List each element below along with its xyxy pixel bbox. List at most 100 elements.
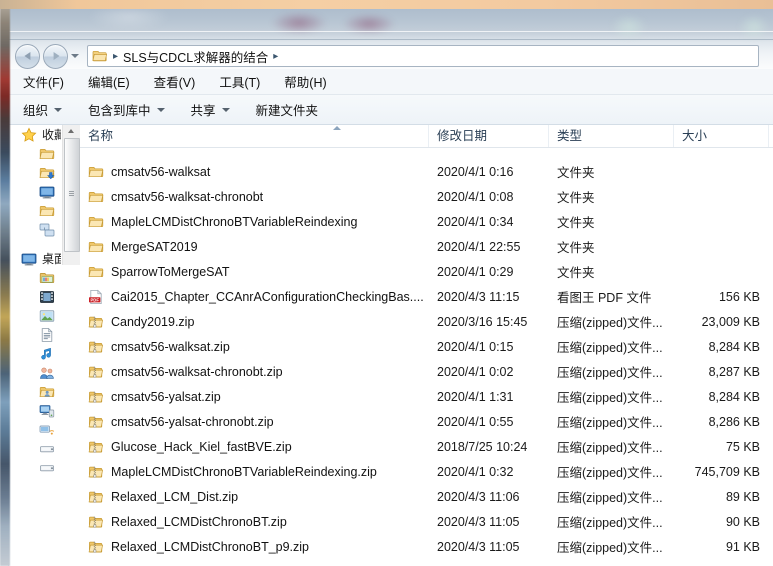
file-list-pane: 名称 修改日期 类型 大小 cmsatv56-walksat 2020/4/1 0… <box>80 125 773 566</box>
nav-item-3[interactable] <box>9 182 61 201</box>
nav-item-4[interactable] <box>9 201 61 220</box>
navigation-pane-scrollbar[interactable] <box>62 125 80 265</box>
file-name-label: cmsatv56-walksat.zip <box>111 339 230 354</box>
cell-date-modified: 2020/4/3 11:05 <box>437 539 520 554</box>
cell-name[interactable]: Candy2019.zip <box>80 314 429 330</box>
file-name-label: MapleLCMDistChronoBTVariableReindexing <box>111 214 358 229</box>
table-row[interactable]: cmsatv56-yalsat.zip 2020/4/1 1:31 压缩(zippe… <box>80 384 773 409</box>
nav-item-7[interactable] <box>9 268 61 287</box>
breadcrumb-separator-1: ▸ <box>113 50 119 62</box>
cell-name[interactable]: cmsatv56-walksat-chronobt.zip <box>80 364 429 380</box>
address-bar[interactable]: ▸ SLS与CDCL求解器的结合 ▸ <box>87 45 759 67</box>
table-row[interactable]: MergeSAT2019 2020/4/1 22:55 文件夹 <box>80 234 773 259</box>
scrollbar-thumb[interactable] <box>64 138 80 252</box>
content-area: 收藏夹桌面 名称 修改日期 类型 大小 cmsatv56-walksat 2020… <box>9 125 773 566</box>
cell-name[interactable]: Relaxed_LCM_Dist.zip <box>80 489 429 505</box>
cmd-share[interactable]: 共享 <box>191 100 230 119</box>
cell-size: 90 KB <box>725 514 760 529</box>
drive-icon <box>39 460 55 476</box>
table-row[interactable]: cmsatv56-walksat-chronobt.zip 2020/4/1 0:… <box>80 359 773 384</box>
document-icon <box>39 327 55 343</box>
nav-item-10[interactable] <box>9 325 61 344</box>
chevron-down-icon <box>54 107 63 112</box>
back-button[interactable] <box>15 43 40 69</box>
column-type[interactable]: 类型 <box>549 125 674 147</box>
explorer-window: ▸ SLS与CDCL求解器的结合 ▸ 文件(F) 编辑(E) 查看(V) 工具(… <box>0 0 773 566</box>
nav-item-12[interactable] <box>9 363 61 382</box>
forward-arrow-icon <box>53 52 60 60</box>
nav-item-8[interactable] <box>9 287 61 306</box>
nav-item-0[interactable]: 收藏夹 <box>9 125 61 144</box>
star-icon <box>21 126 37 143</box>
forward-button[interactable] <box>43 43 68 69</box>
breadcrumb-current-folder[interactable]: SLS与CDCL求解器的结合 <box>123 47 268 66</box>
table-row[interactable]: cmsatv56-yalsat-chronobt.zip 2020/4/1 0:5… <box>80 409 773 434</box>
table-row[interactable]: Glucose_Hack_Kiel_fastBVE.zip 2018/7/25 1… <box>80 434 773 459</box>
nav-item-6[interactable]: 桌面 <box>9 249 61 268</box>
breadcrumb-separator-2[interactable]: ▸ <box>273 51 278 62</box>
table-row[interactable]: MapleLCMDistChronoBTVariableReindexing 20… <box>80 209 773 234</box>
cell-name[interactable]: PDF Cai2015_Chapter_CCAnrAConfigurationCh… <box>80 289 429 305</box>
cell-name[interactable]: MergeSAT2019 <box>80 239 429 255</box>
cell-name[interactable]: cmsatv56-walksat.zip <box>80 339 429 355</box>
folder-icon <box>88 189 104 205</box>
cmd-include-in-library[interactable]: 包含到库中 <box>88 100 165 119</box>
menu-tools[interactable]: 工具(T) <box>217 70 262 93</box>
cell-date-modified: 2020/4/1 0:32 <box>437 464 514 479</box>
column-name[interactable]: 名称 <box>80 125 429 147</box>
nav-item-16[interactable] <box>9 439 61 458</box>
table-row[interactable]: Candy2019.zip 2020/3/16 15:45 压缩(zipped)文件… <box>80 309 773 334</box>
file-name-label: MapleLCMDistChronoBTVariableReindexing.z… <box>111 464 377 479</box>
table-row[interactable]: Relaxed_LCM_Dist.zip 2020/4/3 11:06 压缩(zip… <box>80 484 773 509</box>
nav-item-11[interactable] <box>9 344 61 363</box>
cell-name[interactable]: Glucose_Hack_Kiel_fastBVE.zip <box>80 439 429 455</box>
cell-type: 压缩(zipped)文件... <box>557 466 663 480</box>
nav-item-2[interactable] <box>9 163 61 182</box>
navigation-pane: 收藏夹桌面 <box>9 125 61 566</box>
cell-date-modified: 2020/4/1 0:08 <box>437 189 514 204</box>
column-date-modified[interactable]: 修改日期 <box>429 125 549 147</box>
cell-name[interactable]: cmsatv56-yalsat-chronobt.zip <box>80 414 429 430</box>
cell-date-modified: 2018/7/25 10:24 <box>437 439 528 454</box>
nav-item-14[interactable] <box>9 401 61 420</box>
cell-name[interactable]: cmsatv56-yalsat.zip <box>80 389 429 405</box>
nav-item-17[interactable] <box>9 458 61 477</box>
cell-name[interactable]: SparrowToMergeSAT <box>80 264 429 280</box>
menu-edit[interactable]: 编辑(E) <box>86 70 132 93</box>
table-row[interactable]: Relaxed_LCMDistChronoBT.zip 2020/4/3 11:0… <box>80 509 773 534</box>
cell-type: 看图王 PDF 文件 <box>557 291 652 305</box>
nav-item-1[interactable] <box>9 144 61 163</box>
cmd-organize[interactable]: 组织 <box>23 100 63 119</box>
menu-bar: 文件(F) 编辑(E) 查看(V) 工具(T) 帮助(H) <box>9 69 773 95</box>
table-row[interactable]: SparrowToMergeSAT 2020/4/1 0:29 文件夹 <box>80 259 773 284</box>
cell-name[interactable]: cmsatv56-walksat-chronobt <box>80 189 429 205</box>
cell-name[interactable]: cmsatv56-walksat <box>80 164 429 180</box>
nav-item-5[interactable] <box>9 220 61 239</box>
menu-file[interactable]: 文件(F) <box>21 70 66 93</box>
nav-item-15[interactable] <box>9 420 61 439</box>
nav-item-13[interactable] <box>9 382 61 401</box>
scroll-up-arrow-icon[interactable] <box>63 125 80 137</box>
file-name-label: cmsatv56-walksat-chronobt.zip <box>111 364 283 379</box>
cell-name[interactable]: Relaxed_LCMDistChronoBT_p9.zip <box>80 539 429 555</box>
table-row[interactable]: PDF Cai2015_Chapter_CCAnrAConfigurationCh… <box>80 284 773 309</box>
menu-view[interactable]: 查看(V) <box>152 70 198 93</box>
back-arrow-icon <box>23 52 30 60</box>
table-row[interactable]: cmsatv56-walksat-chronobt 2020/4/1 0:08 文件… <box>80 184 773 209</box>
table-row[interactable]: MapleLCMDistChronoBTVariableReindexing.z… <box>80 459 773 484</box>
video-icon <box>39 289 55 305</box>
cell-date-modified: 2020/4/1 1:31 <box>437 389 514 404</box>
column-size[interactable]: 大小 <box>674 125 769 147</box>
recent-pages-chevron-down-icon[interactable] <box>71 54 79 58</box>
table-row[interactable]: Relaxed_LCMDistChronoBT_p9.zip 2020/4/3 1… <box>80 534 773 559</box>
table-row[interactable]: cmsatv56-walksat.zip 2020/4/1 0:15 压缩(zipp… <box>80 334 773 359</box>
cmd-new-folder[interactable]: 新建文件夹 <box>256 100 319 119</box>
menu-help[interactable]: 帮助(H) <box>282 70 328 93</box>
nav-item-9[interactable] <box>9 306 61 325</box>
table-row[interactable]: Relaxed_LCMDistChronoBT_Scavel.zip2020/4… <box>80 559 773 566</box>
cell-name[interactable]: MapleLCMDistChronoBTVariableReindexing.z… <box>80 464 429 480</box>
cell-name[interactable]: MapleLCMDistChronoBTVariableReindexing <box>80 214 429 230</box>
cell-name[interactable]: Relaxed_LCMDistChronoBT.zip <box>80 514 429 530</box>
table-row[interactable]: cmsatv56-walksat 2020/4/1 0:16 文件夹 <box>80 159 773 184</box>
command-bar: 组织 包含到库中 共享 新建文件夹 <box>9 95 773 125</box>
